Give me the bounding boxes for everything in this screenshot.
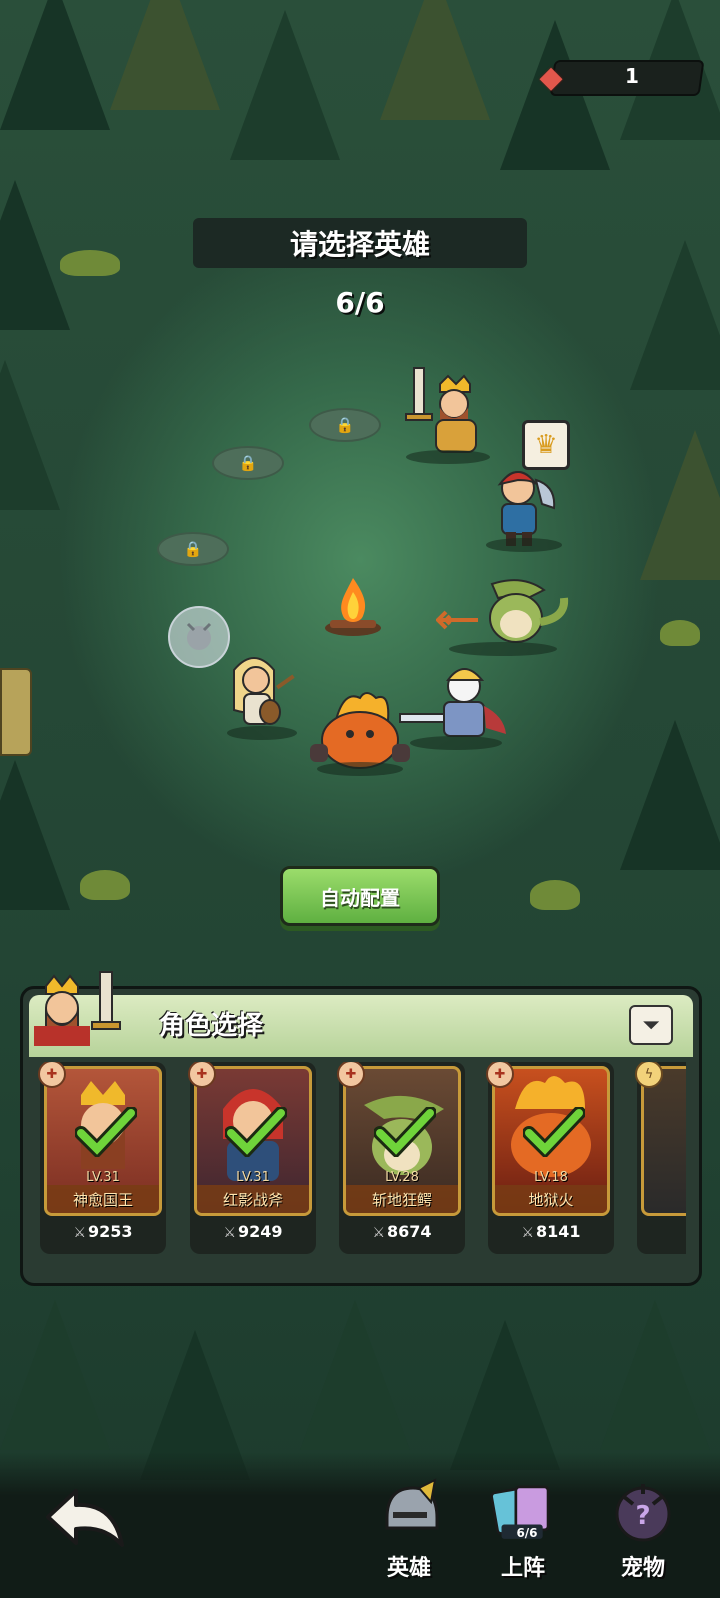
filter-icon: ⏷ <box>642 1012 660 1038</box>
page-title: 请选择英雄 <box>193 218 527 268</box>
tree <box>110 0 220 110</box>
pet-egg-icon: ? <box>609 1478 677 1546</box>
hero-hellfire[interactable] <box>306 690 414 776</box>
currency-count: 1 <box>625 64 639 88</box>
helmet-icon <box>375 1478 443 1546</box>
selected-check-icon <box>75 1107 137 1157</box>
filter-button[interactable]: ⏷ <box>629 1005 673 1045</box>
lock-icon: 🔒 <box>238 454 258 472</box>
hero-card-art: LV.31 神愈国王 <box>44 1066 162 1216</box>
tree <box>620 720 720 870</box>
locked-slot[interactable]: 🔒 <box>309 408 381 442</box>
panel-title: 角色选择 <box>159 1011 264 1041</box>
hero-card[interactable]: LV.28 斩地狂鳄 ✚ ⚔ 8674 <box>337 1062 465 1254</box>
hero-card-list: LV.31 神愈国王 ✚ ⚔9253 LV.31 红影战斧 ✚ ⚔9249 <box>26 1062 686 1276</box>
hero-card-art <box>641 1066 686 1216</box>
lock-icon: 🔒 <box>335 416 355 434</box>
selected-check-icon <box>225 1107 287 1157</box>
nav-deploy[interactable]: 6/6 上阵 <box>478 1478 568 1588</box>
nav-heroes[interactable]: 英雄 <box>364 1478 454 1588</box>
hero-card-art: LV.18 地狱火 <box>492 1066 610 1216</box>
nav-pets[interactable]: ? 宠物 <box>598 1478 688 1588</box>
bush <box>660 620 700 646</box>
hero-card[interactable]: LV.31 红影战斧 ✚ ⚔ 9249 <box>188 1062 316 1254</box>
selected-check-icon <box>374 1107 436 1157</box>
hero-level: LV.31 <box>236 1170 270 1185</box>
selected-check-icon <box>523 1107 585 1157</box>
tree <box>630 240 720 390</box>
panel-header: 角色选择 ⏷ <box>29 995 693 1057</box>
side-signboard[interactable] <box>0 668 32 756</box>
back-button[interactable] <box>40 1480 130 1560</box>
hero-card-art: LV.31 红影战斧 <box>194 1066 312 1216</box>
hero-king[interactable] <box>396 360 500 464</box>
hero-power: ⚔ 9253 <box>40 1222 166 1241</box>
crossed-swords-icon: ⚔ <box>521 1225 535 1241</box>
tree <box>230 10 340 160</box>
tree <box>640 430 720 580</box>
back-arrow-icon <box>46 1489 124 1547</box>
crystal-icon: ◆ <box>539 59 563 95</box>
deploy-badge: 6/6 <box>516 1526 538 1540</box>
hero-card-partial[interactable]: ϟ <box>635 1062 686 1254</box>
hero-level: LV.31 <box>86 1170 120 1185</box>
hero-croc[interactable] <box>436 566 570 656</box>
tree <box>0 760 70 910</box>
hero-power-value: 8674 <box>387 1222 432 1241</box>
bush <box>60 250 120 276</box>
tree <box>600 1300 710 1450</box>
crossed-swords-icon: ⚔ <box>73 1225 87 1241</box>
crossed-swords-icon: ⚔ <box>372 1225 386 1241</box>
hero-card-art: LV.28 斩地狂鳄 <box>343 1066 461 1216</box>
hero-bubble-locked[interactable] <box>166 604 232 670</box>
hero-name: 地狱火 <box>495 1185 607 1213</box>
tree <box>300 1300 410 1450</box>
nav-label: 宠物 <box>620 1556 665 1581</box>
tree <box>380 0 490 120</box>
tree <box>0 360 60 510</box>
tree <box>0 0 110 130</box>
nav-label: 上阵 <box>500 1556 545 1581</box>
hero-name: 斩地狂鳄 <box>346 1185 458 1213</box>
bush <box>530 880 580 910</box>
tree <box>0 1300 110 1450</box>
svg-text:?: ? <box>635 1501 650 1531</box>
tree <box>450 1320 560 1470</box>
nav-label: 英雄 <box>386 1556 431 1581</box>
hero-power: ⚔ 9249 <box>190 1222 316 1241</box>
cards-icon: 6/6 <box>489 1478 557 1546</box>
hero-card[interactable]: LV.31 神愈国王 ✚ ⚔ 9253 <box>38 1062 166 1254</box>
crossed-swords-icon: ⚔ <box>223 1225 237 1241</box>
hero-level: LV.28 <box>385 1170 419 1185</box>
hero-name: 神愈国王 <box>47 1185 159 1213</box>
hero-power-value: 8141 <box>536 1222 581 1241</box>
hero-knight[interactable] <box>398 660 514 750</box>
lock-icon: 🔒 <box>183 540 203 558</box>
hero-red-axe[interactable] <box>476 460 572 552</box>
auto-deploy-button[interactable]: 自动配置 <box>280 866 440 926</box>
hero-power-value: 9249 <box>238 1222 283 1241</box>
hero-name: 红影战斧 <box>197 1185 309 1213</box>
bush <box>80 870 130 900</box>
locked-slot[interactable]: 🔒 <box>157 532 229 566</box>
locked-slot[interactable]: 🔒 <box>212 446 284 480</box>
tree <box>0 180 70 330</box>
hero-level: LV.18 <box>534 1170 568 1185</box>
team-counter: 6/6 <box>335 286 385 319</box>
hero-power: ⚔ 8141 <box>488 1222 614 1241</box>
campfire <box>318 570 388 640</box>
hero-power: ⚔ 8674 <box>339 1222 465 1241</box>
hero-card[interactable]: LV.18 地狱火 ✚ ⚔ 8141 <box>486 1062 614 1254</box>
hero-power-value: 9253 <box>88 1222 133 1241</box>
king-portrait <box>20 966 124 1046</box>
